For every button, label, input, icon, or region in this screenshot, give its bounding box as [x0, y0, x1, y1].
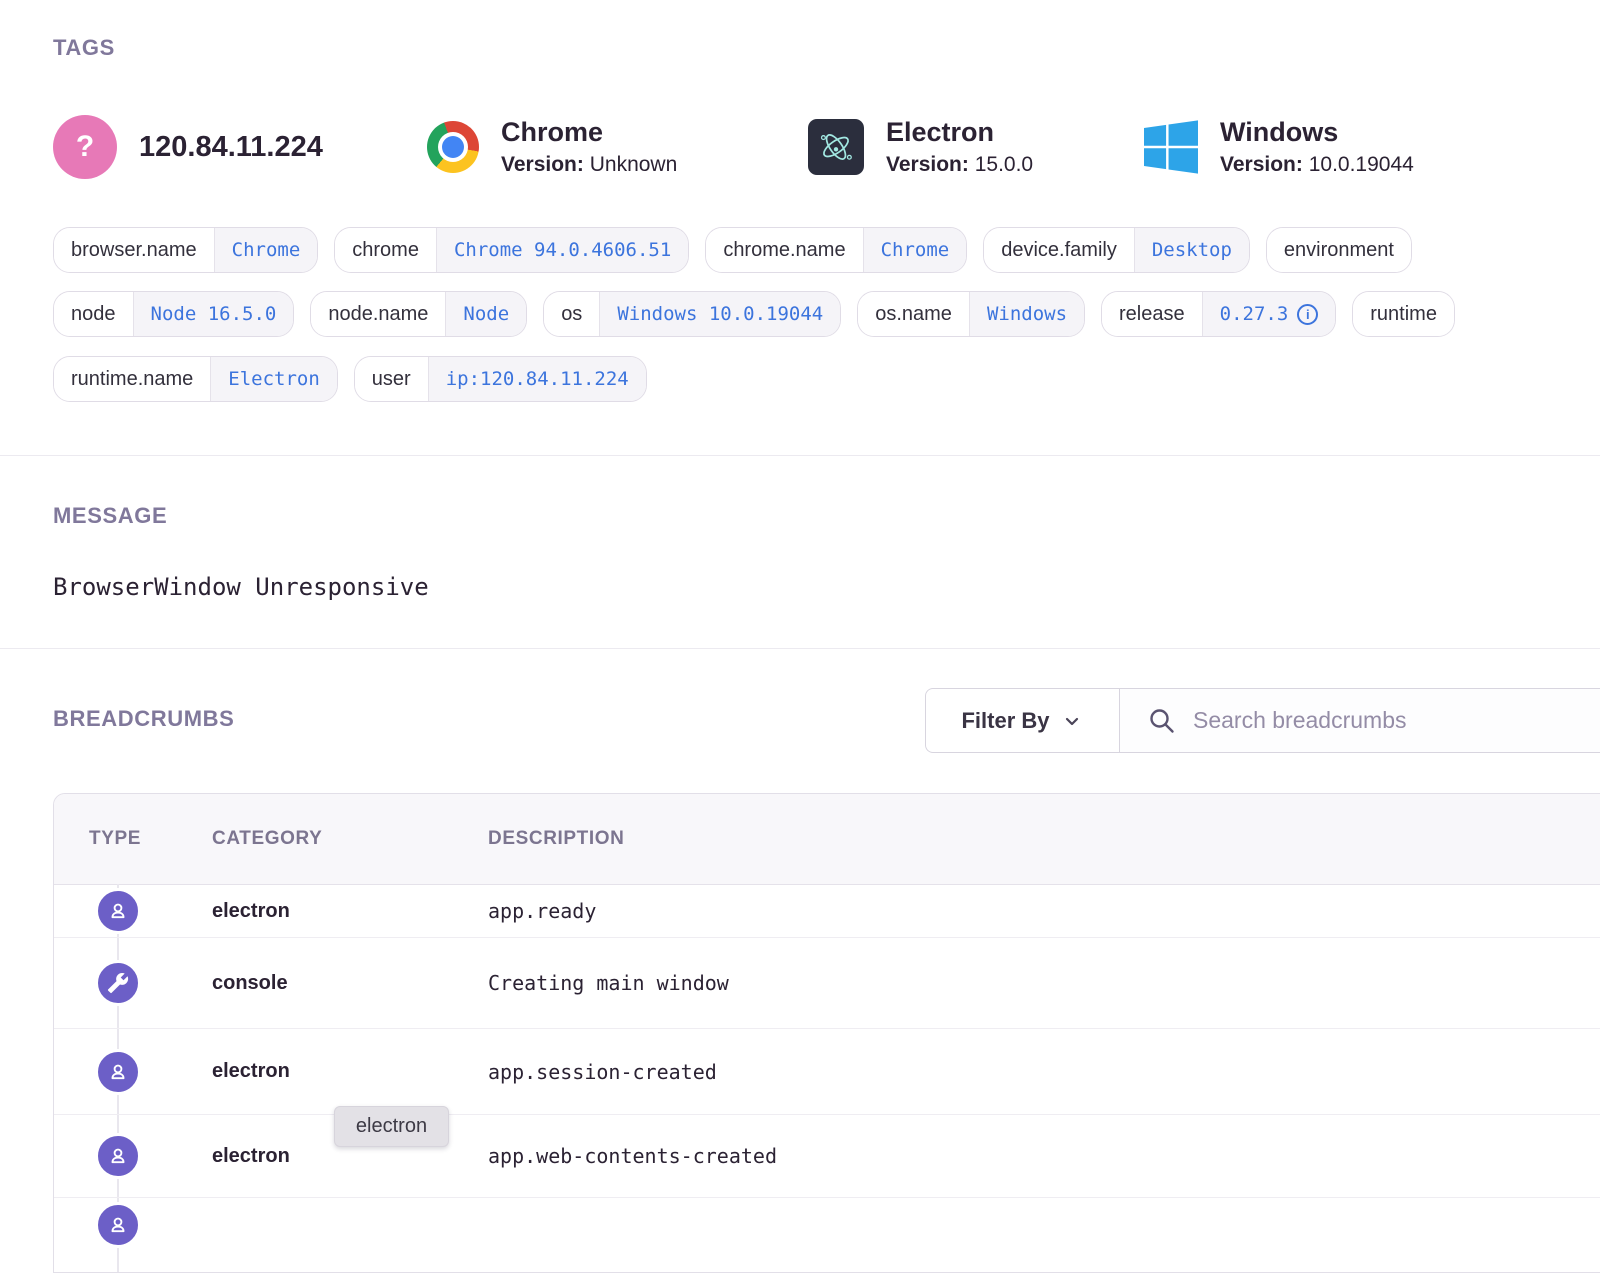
breadcrumbs-filterbar: Filter By: [925, 688, 1600, 753]
search-icon: [1147, 706, 1177, 736]
context-runtime: Electron Version: 15.0.0: [808, 115, 1033, 179]
tag-key: environment: [1267, 228, 1411, 272]
tag-pill-row-3: runtime.name Electron user ip:120.84.11.…: [53, 356, 647, 402]
message-text: BrowserWindow Unresponsive: [53, 573, 429, 601]
breadcrumb-category: electron: [212, 900, 488, 923]
tag-value[interactable]: ip:120.84.11.224: [428, 357, 646, 401]
breadcrumb-row[interactable]: electron app.ready: [54, 885, 1600, 937]
filter-by-button[interactable]: Filter By: [926, 689, 1120, 752]
browser-version: Version: Unknown: [501, 153, 677, 177]
search-breadcrumbs-input[interactable]: [1191, 706, 1600, 735]
tag-pill-chrome-name[interactable]: chrome.name Chrome: [705, 227, 967, 273]
windows-logo-icon: [1144, 120, 1198, 174]
tag-key: os: [544, 292, 599, 336]
tag-value[interactable]: Desktop: [1134, 228, 1249, 272]
tag-key: node: [54, 292, 133, 336]
os-title: Windows: [1220, 117, 1414, 147]
tag-value[interactable]: Electron: [210, 357, 337, 401]
user-icon: [95, 1049, 141, 1095]
browser-title: Chrome: [501, 117, 677, 147]
os-version: Version: 10.0.19044: [1220, 153, 1414, 177]
breadcrumb-category: electron: [212, 1060, 488, 1083]
context-browser: Chrome Version: Unknown: [427, 115, 677, 179]
tag-pill-release[interactable]: release 0.27.3i: [1101, 291, 1336, 337]
runtime-version: Version: 15.0.0: [886, 153, 1033, 177]
tag-pill-runtime-name[interactable]: runtime.name Electron: [53, 356, 338, 402]
breadcrumb-row[interactable]: [54, 1197, 1600, 1258]
tags-section-title: TAGS: [53, 35, 115, 61]
column-header-category: CATEGORY: [212, 828, 488, 850]
message-section-title: MESSAGE: [53, 503, 167, 529]
breadcrumb-description: app.session-created: [488, 1060, 1600, 1084]
tag-pill-user[interactable]: user ip:120.84.11.224: [354, 356, 647, 402]
category-tooltip: electron: [334, 1106, 449, 1147]
user-ip-title: 120.84.11.224: [139, 131, 323, 164]
tag-pill-node-name[interactable]: node.name Node: [310, 291, 527, 337]
column-header-type: TYPE: [54, 828, 212, 850]
breadcrumbs-section-title: BREADCRUMBS: [53, 706, 234, 732]
tag-pill-chrome[interactable]: chrome Chrome 94.0.4606.51: [334, 227, 689, 273]
tag-key: device.family: [984, 228, 1134, 272]
context-os: Windows Version: 10.0.19044: [1144, 115, 1414, 179]
tag-pill-environment[interactable]: environment: [1266, 227, 1412, 273]
section-divider: [0, 455, 1600, 456]
context-user: ? 120.84.11.224: [53, 115, 323, 179]
breadcrumb-row[interactable]: console Creating main window: [54, 937, 1600, 1028]
tag-value[interactable]: 0.27.3i: [1202, 292, 1336, 336]
question-mark-icon: ?: [76, 130, 94, 164]
tag-key: os.name: [858, 292, 969, 336]
tag-key: browser.name: [54, 228, 214, 272]
tag-pill-os-name[interactable]: os.name Windows: [857, 291, 1085, 337]
tag-value[interactable]: Chrome: [863, 228, 967, 272]
tag-key: chrome: [335, 228, 436, 272]
tag-pill-row-2: node Node 16.5.0 node.name Node os Windo…: [53, 291, 1455, 337]
tag-value[interactable]: Chrome: [214, 228, 318, 272]
chevron-down-icon: [1060, 709, 1084, 733]
tag-pill-device-family[interactable]: device.family Desktop: [983, 227, 1250, 273]
user-icon: [95, 888, 141, 934]
tag-value[interactable]: Chrome 94.0.4606.51: [436, 228, 688, 272]
chrome-logo-icon: [427, 121, 479, 173]
tag-value[interactable]: Node: [445, 292, 526, 336]
breadcrumbs-table-header: TYPE CATEGORY DESCRIPTION: [54, 794, 1600, 885]
breadcrumb-row[interactable]: electron app.session-created: [54, 1028, 1600, 1114]
tag-pill-os[interactable]: os Windows 10.0.19044: [543, 291, 841, 337]
tag-key: runtime.name: [54, 357, 210, 401]
tag-pill-browser-name[interactable]: browser.name Chrome: [53, 227, 318, 273]
wrench-icon: [95, 960, 141, 1006]
tag-pill-node[interactable]: node Node 16.5.0: [53, 291, 294, 337]
breadcrumbs-searchbox[interactable]: [1120, 689, 1600, 752]
tag-pill-row-1: browser.name Chrome chrome Chrome 94.0.4…: [53, 227, 1412, 273]
breadcrumb-category: console: [212, 972, 488, 995]
column-header-description: DESCRIPTION: [488, 828, 1600, 850]
tag-key: release: [1102, 292, 1202, 336]
tag-value[interactable]: Windows: [969, 292, 1084, 336]
breadcrumb-description: app.ready: [488, 899, 1600, 923]
filter-by-label: Filter By: [961, 708, 1049, 734]
user-icon: [95, 1133, 141, 1179]
tag-key: node.name: [311, 292, 445, 336]
breadcrumb-row[interactable]: electron app.web-contents-created: [54, 1114, 1600, 1197]
user-icon: [95, 1202, 141, 1248]
electron-logo-icon: [808, 119, 864, 175]
info-icon[interactable]: i: [1297, 304, 1318, 325]
tag-key: user: [355, 357, 428, 401]
unknown-user-avatar: ?: [53, 115, 117, 179]
breadcrumb-description: app.web-contents-created: [488, 1144, 1600, 1168]
breadcrumb-description: Creating main window: [488, 971, 1600, 995]
breadcrumbs-table: TYPE CATEGORY DESCRIPTION electron app.r…: [53, 793, 1600, 1273]
section-divider: [0, 648, 1600, 649]
tag-key: chrome.name: [706, 228, 862, 272]
tag-pill-runtime[interactable]: runtime: [1352, 291, 1455, 337]
runtime-title: Electron: [886, 117, 1033, 147]
tag-key: runtime: [1353, 292, 1454, 336]
breadcrumb-category: electron: [212, 1145, 488, 1168]
tag-value[interactable]: Windows 10.0.19044: [599, 292, 840, 336]
tag-value[interactable]: Node 16.5.0: [133, 292, 294, 336]
